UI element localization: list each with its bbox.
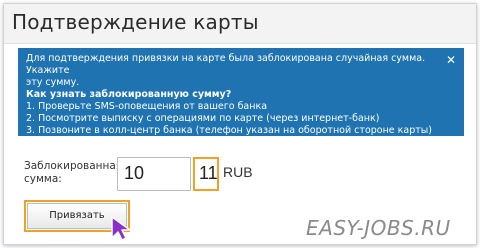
currency-label: RUB — [223, 164, 253, 180]
info-text-line: Для подтверждения привязки на карте была… — [26, 53, 426, 76]
card-confirmation-dialog: Подтверждение карты Для подтверждения пр… — [3, 3, 477, 245]
info-step-3: 3. Позвоните в колл-центр банка (телефон… — [26, 125, 433, 136]
page-title: Подтверждение карты — [12, 10, 259, 34]
info-question-heading: Как узнать заблокированную сумму? — [26, 89, 232, 100]
dialog-header: Подтверждение карты — [4, 4, 476, 44]
watermark: EASY-JOBS.RU — [306, 216, 451, 240]
info-step-2: 2. Посмотрите выписку с операциями по ка… — [26, 113, 380, 124]
amount-input[interactable]: 10 — [117, 157, 191, 191]
blocked-amount-label-line2: сумма: — [24, 173, 62, 185]
close-icon[interactable]: ✕ — [446, 54, 456, 66]
info-text-line: эту сумму. — [26, 77, 80, 88]
blocked-amount-label-line1: Заблокированная — [24, 160, 123, 172]
info-panel: Для подтверждения привязки на карте была… — [18, 48, 464, 136]
kopecks-input[interactable]: 11 — [193, 157, 219, 191]
mouse-cursor-icon — [111, 216, 131, 241]
blocked-amount-label: Заблокированная сумма: — [24, 160, 123, 186]
info-step-1: 1. Проверьте SMS-оповещения от вашего ба… — [26, 101, 268, 112]
